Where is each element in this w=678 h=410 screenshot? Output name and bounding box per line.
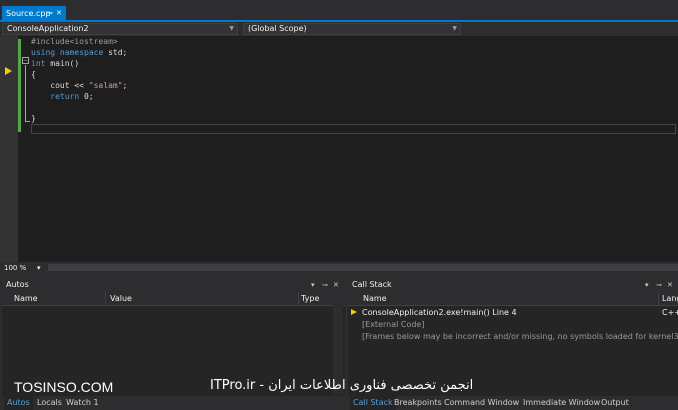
document-tab-strip: [0, 0, 678, 21]
outline-end: [25, 121, 30, 122]
tab-locals[interactable]: Locals: [37, 396, 62, 410]
window-position-icon[interactable]: ▾: [645, 278, 649, 292]
autos-column-headers: Name Value Type: [2, 292, 345, 306]
code-line-1[interactable]: #include<iostream>: [31, 36, 118, 47]
code-line-3[interactable]: int main(): [31, 58, 79, 69]
column-divider[interactable]: [105, 292, 106, 305]
tab-call-stack[interactable]: Call Stack: [350, 396, 396, 410]
frame-name: ConsoleApplication2.exe!main() Line 4: [362, 308, 517, 317]
project-dropdown-value: ConsoleApplication2: [7, 24, 89, 33]
code-line-6[interactable]: return 0;: [31, 91, 94, 102]
column-header-name[interactable]: Name: [363, 292, 387, 305]
keyword: namespace: [59, 48, 104, 57]
frame-name: [External Code]: [362, 320, 425, 329]
tab-output[interactable]: Output: [601, 396, 629, 410]
watermark-left: TOSINSO.COM: [14, 379, 114, 395]
autos-title: Autos: [6, 280, 29, 289]
document-tab-title: Source.cpp: [6, 9, 51, 18]
scope-dropdown-value: (Global Scope): [248, 24, 307, 33]
execution-pointer-icon: [5, 67, 12, 75]
code-line-5[interactable]: cout << "salam";: [31, 80, 127, 91]
code-text: ;: [122, 81, 128, 90]
chevron-down-icon: ▾: [37, 264, 41, 272]
autos-title-bar: Autos ▾ ⊸ ✕: [2, 278, 345, 292]
column-divider[interactable]: [298, 292, 299, 305]
code-line-4[interactable]: {: [31, 69, 36, 80]
code-editor[interactable]: [0, 36, 678, 262]
project-dropdown[interactable]: ConsoleApplication2 ▼: [2, 23, 238, 35]
pin-icon[interactable]: ⊸: [322, 278, 328, 292]
frame-name: [Frames below may be incorrect and/or mi…: [362, 332, 678, 341]
keyword: int: [31, 59, 46, 68]
pin-icon[interactable]: ⊸: [47, 6, 53, 21]
column-divider[interactable]: [658, 292, 659, 305]
keyword: return: [50, 92, 80, 101]
window-position-icon[interactable]: ▾: [311, 278, 315, 292]
tab-command-window[interactable]: Command Window: [444, 396, 519, 410]
pin-icon[interactable]: ⊸: [656, 278, 662, 292]
code-text: cout <<: [31, 81, 89, 90]
horizontal-scrollbar[interactable]: [48, 264, 678, 271]
call-stack-row[interactable]: [Frames below may be incorrect and/or mi…: [348, 331, 678, 342]
scope-dropdown[interactable]: (Global Scope) ▼: [243, 23, 461, 35]
collapse-icon[interactable]: −: [22, 57, 29, 64]
keyword: using: [31, 48, 56, 57]
zoom-value: 100 %: [4, 264, 27, 272]
column-header-name[interactable]: Name: [14, 292, 38, 305]
close-icon[interactable]: ✕: [333, 278, 339, 292]
call-stack-row[interactable]: [External Code]: [348, 319, 678, 330]
code-text: {: [31, 70, 36, 79]
code-text: std;: [103, 48, 128, 57]
autos-tab-strip: Autos Locals Watch 1: [2, 396, 345, 410]
chevron-down-icon: ▼: [229, 25, 234, 32]
column-header-lang[interactable]: Lang: [662, 292, 678, 305]
outline-line: [25, 65, 26, 121]
close-icon[interactable]: ✕: [56, 6, 62, 21]
code-line-2[interactable]: using namespace std;: [31, 47, 127, 58]
close-icon[interactable]: ✕: [667, 278, 673, 292]
navigation-bar: ConsoleApplication2 ▼ (Global Scope) ▼: [0, 22, 678, 36]
column-header-type[interactable]: Type: [301, 292, 319, 305]
preprocessor-directive: #include<iostream>: [31, 37, 118, 46]
chevron-down-icon: ▼: [452, 25, 457, 32]
tab-autos[interactable]: Autos: [4, 396, 33, 410]
code-text: }: [31, 114, 36, 123]
string-literal: "salam": [88, 81, 123, 90]
call-stack-row[interactable]: ConsoleApplication2.exe!main() Line 4 C+…: [348, 307, 678, 318]
call-stack-tab-strip: Call Stack Breakpoints Command Window Im…: [348, 396, 678, 410]
call-stack-title-bar: Call Stack ▾ ⊸ ✕: [348, 278, 678, 292]
tab-immediate-window[interactable]: Immediate Window: [523, 396, 600, 410]
change-tracking-bar: [18, 39, 21, 132]
current-line-highlight: [31, 124, 676, 134]
call-stack-column-headers: Name Lang: [348, 292, 678, 306]
code-line-8[interactable]: }: [31, 113, 36, 124]
current-frame-icon: [351, 309, 357, 315]
watermark-right: ITPro.ir - انجمن تخصصی فناوری اطلاعات ای…: [210, 378, 474, 393]
zoom-dropdown[interactable]: 100 % ▾: [4, 263, 46, 273]
code-text: 0;: [79, 92, 94, 101]
call-stack-title: Call Stack: [352, 280, 392, 289]
tab-breakpoints[interactable]: Breakpoints: [394, 396, 442, 410]
frame-language: C++: [662, 308, 678, 317]
document-tab-source-cpp[interactable]: Source.cpp ⊸ ✕: [2, 6, 66, 21]
tab-watch-1[interactable]: Watch 1: [66, 396, 99, 410]
code-text: main(): [45, 59, 80, 68]
column-header-value[interactable]: Value: [110, 292, 132, 305]
